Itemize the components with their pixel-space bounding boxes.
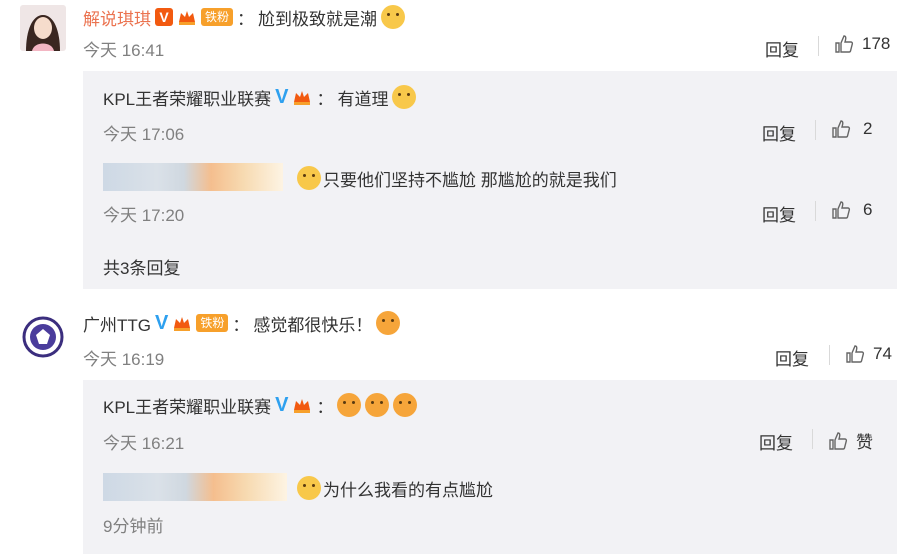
colon: ： xyxy=(316,397,334,417)
like-count: 2 xyxy=(863,119,873,138)
reply-time: 今天 16:21 xyxy=(103,434,185,453)
doge-emoji-icon xyxy=(297,476,321,500)
reply-button[interactable]: 回复 xyxy=(762,201,796,226)
divider xyxy=(812,429,813,449)
like-label: 赞 xyxy=(856,433,873,452)
divider xyxy=(815,120,816,140)
divider xyxy=(818,36,819,56)
reply-text: 有道理 xyxy=(337,89,389,109)
comment-text: 尬到极致就是潮 xyxy=(258,9,378,29)
reply-content: 为什么我看的有点尴尬 xyxy=(297,475,493,501)
avatar[interactable] xyxy=(20,313,66,359)
thumbs-up-icon xyxy=(831,200,851,220)
fan-badge: 铁粉 xyxy=(201,8,234,26)
thumbs-up-icon xyxy=(834,34,854,54)
comment-text: 感觉都很快乐！ xyxy=(253,315,373,335)
doge-emoji-icon xyxy=(392,85,417,109)
reply-time: 今天 17:20 xyxy=(103,206,185,225)
verified-v-icon: V xyxy=(275,393,289,416)
laugh-emoji-icon xyxy=(365,393,390,417)
colon: ： xyxy=(232,315,250,335)
comment-header: 广州TTG V 铁粉 ： 感觉都很快乐！ xyxy=(83,310,401,336)
comment-header: 解说琪琪 V 铁粉 ： 尬到极致就是潮 xyxy=(83,5,406,30)
like-button[interactable]: 2 xyxy=(831,119,872,139)
reply-button[interactable]: 回复 xyxy=(765,36,799,61)
fan-badge: 铁粉 xyxy=(196,314,229,332)
reply-time: 今天 17:06 xyxy=(103,125,185,144)
colon: ： xyxy=(237,9,255,29)
reply-text: 为什么我看的有点尴尬 xyxy=(323,480,493,500)
colon: ： xyxy=(316,89,334,109)
comment-time: 今天 16:19 xyxy=(83,350,165,369)
comment-time: 今天 16:41 xyxy=(83,41,165,60)
more-replies-link[interactable]: 共3条回复 xyxy=(103,254,180,279)
avatar[interactable] xyxy=(20,5,66,51)
reply-header: KPL王者荣耀职业联赛 V ： 有道理 xyxy=(103,84,417,110)
crown-badge-icon xyxy=(292,88,312,106)
reply-username[interactable]: KPL王者荣耀职业联赛 xyxy=(103,85,271,110)
blurred-username xyxy=(103,473,287,501)
verified-v-icon: V xyxy=(155,8,173,26)
like-count: 178 xyxy=(862,34,891,53)
crown-badge-icon xyxy=(172,314,192,332)
username[interactable]: 广州TTG xyxy=(83,311,151,336)
crown-badge-icon xyxy=(292,396,312,414)
like-button[interactable]: 74 xyxy=(845,344,892,364)
like-button[interactable]: 178 xyxy=(834,34,890,54)
reply-time: 9分钟前 xyxy=(103,517,164,536)
laugh-emoji-icon xyxy=(376,311,401,335)
verified-v-icon: V xyxy=(275,85,289,108)
like-button[interactable]: 赞 xyxy=(828,428,873,453)
thumbs-up-icon xyxy=(845,344,865,364)
divider xyxy=(829,345,830,365)
reply-button[interactable]: 回复 xyxy=(759,429,793,454)
doge-emoji-icon xyxy=(381,5,406,29)
blurred-username xyxy=(103,163,283,191)
reply-button[interactable]: 回复 xyxy=(775,345,809,370)
laugh-emoji-icon xyxy=(337,393,362,417)
verified-v-icon: V xyxy=(155,311,169,334)
divider xyxy=(815,201,816,221)
username[interactable]: 解说琪琪 xyxy=(83,5,151,30)
like-count: 6 xyxy=(863,200,873,219)
thumbs-up-icon xyxy=(828,431,848,451)
like-count: 74 xyxy=(873,344,892,363)
thumbs-up-icon xyxy=(831,119,851,139)
reply-username[interactable]: KPL王者荣耀职业联赛 xyxy=(103,393,271,418)
reply-text: 只要他们坚持不尴尬 那尴尬的就是我们 xyxy=(323,170,617,190)
reply-button[interactable]: 回复 xyxy=(762,120,796,145)
reply-content: 只要他们坚持不尴尬 那尴尬的就是我们 xyxy=(297,165,617,191)
reply-header: KPL王者荣耀职业联赛 V ： xyxy=(103,392,418,418)
laugh-emoji-icon xyxy=(393,393,418,417)
doge-emoji-icon xyxy=(297,166,321,190)
like-button[interactable]: 6 xyxy=(831,200,872,220)
crown-badge-icon xyxy=(177,8,197,26)
